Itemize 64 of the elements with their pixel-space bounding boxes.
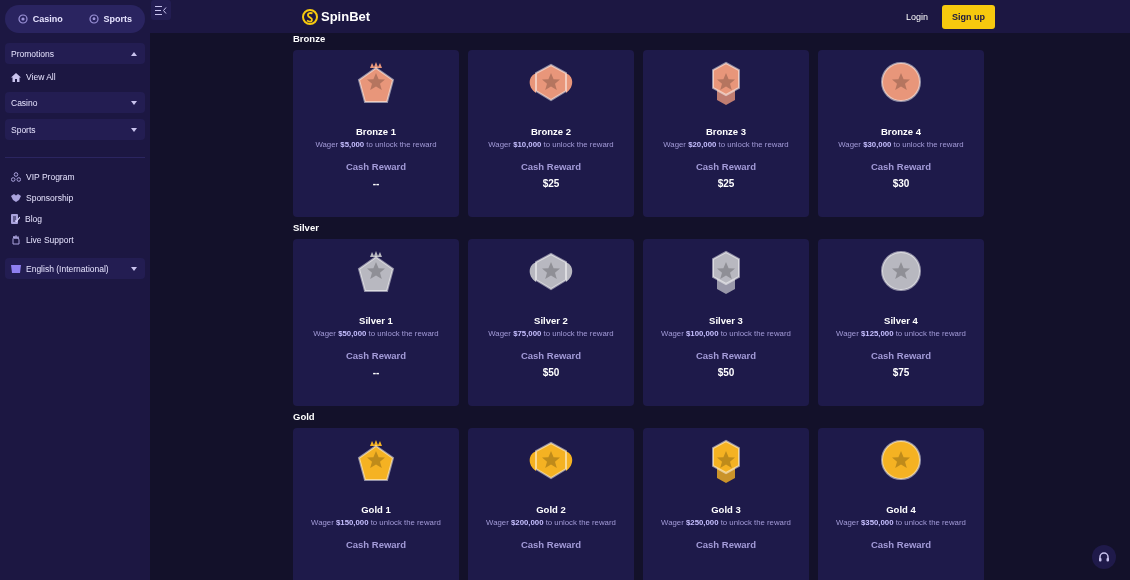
level-name: Bronze 2 (530, 126, 572, 137)
product-tab[interactable]: Sports (85, 10, 136, 28)
reward-value: $75 (892, 367, 910, 378)
headset-icon (1098, 551, 1110, 563)
section-title: Silver (293, 222, 319, 234)
sidebar-link[interactable]: Blog (5, 208, 145, 229)
reward-value: $25 (717, 178, 735, 189)
level-name: Gold 3 (711, 504, 741, 515)
caret-icon (131, 266, 137, 271)
reward-value: $50 (717, 367, 735, 378)
reward-label: Cash Reward (520, 350, 582, 361)
reward-value: $25 (542, 178, 560, 189)
caret-icon (131, 100, 137, 105)
signup-button[interactable]: Sign up (942, 4, 995, 29)
level-name: Bronze 1 (355, 126, 397, 137)
section-title: Gold (293, 411, 315, 423)
reward-label: Cash Reward (695, 161, 757, 172)
menu-icon (155, 5, 167, 15)
reward-value: -- (372, 367, 380, 378)
chip-icon (17, 14, 28, 24)
menu-dropdown[interactable]: Sports (5, 119, 145, 140)
level-name: Bronze 4 (880, 126, 922, 137)
menu-link[interactable]: View All (5, 67, 145, 87)
sidebar-link[interactable]: Live Support (5, 229, 145, 250)
level-name: Silver 1 (359, 315, 393, 326)
level-name: Gold 1 (361, 504, 391, 515)
level-name: Gold 4 (886, 504, 916, 515)
level-name: Gold 2 (536, 504, 566, 515)
sidebar-link[interactable]: VIP Program (5, 166, 145, 187)
level-name: Silver 3 (709, 315, 743, 326)
reward-value: $30 (892, 178, 910, 189)
level-name: Bronze 3 (705, 126, 747, 137)
caret-icon (131, 51, 137, 56)
nodes-icon (11, 171, 21, 182)
ball-icon (88, 14, 99, 24)
reward-label: Cash Reward (870, 350, 932, 361)
logo-icon (302, 8, 318, 25)
reward-label: Cash Reward (870, 539, 932, 550)
reward-label: Cash Reward (870, 161, 932, 172)
reward-label: Cash Reward (345, 161, 407, 172)
reward-label: Cash Reward (520, 161, 582, 172)
section-title: Bronze (293, 33, 326, 45)
login-link[interactable]: Login (905, 11, 928, 22)
reward-label: Cash Reward (695, 539, 757, 550)
support-button[interactable] (1092, 545, 1116, 569)
flag-icon (11, 264, 21, 273)
sidebar-link[interactable]: Sponsorship (5, 187, 145, 208)
brand-logo[interactable]: SpinBet (302, 8, 371, 25)
reward-label: Cash Reward (695, 350, 757, 361)
product-tab[interactable]: Casino (14, 10, 66, 28)
level-name: Silver 2 (534, 315, 568, 326)
reward-label: Cash Reward (345, 350, 407, 361)
reward-value: $50 (542, 367, 560, 378)
collapse-menu-button[interactable] (151, 0, 171, 20)
reward-label: Cash Reward (345, 539, 407, 550)
language-dropdown[interactable]: English (International) (5, 258, 145, 279)
reward-label: Cash Reward (520, 539, 582, 550)
caret-icon (131, 127, 137, 132)
house-icon (11, 72, 21, 82)
menu-dropdown[interactable]: Promotions (5, 43, 145, 64)
reward-value: -- (372, 178, 380, 189)
level-name: Silver 4 (884, 315, 918, 326)
document-icon (11, 213, 20, 224)
menu-dropdown[interactable]: Casino (5, 92, 145, 113)
